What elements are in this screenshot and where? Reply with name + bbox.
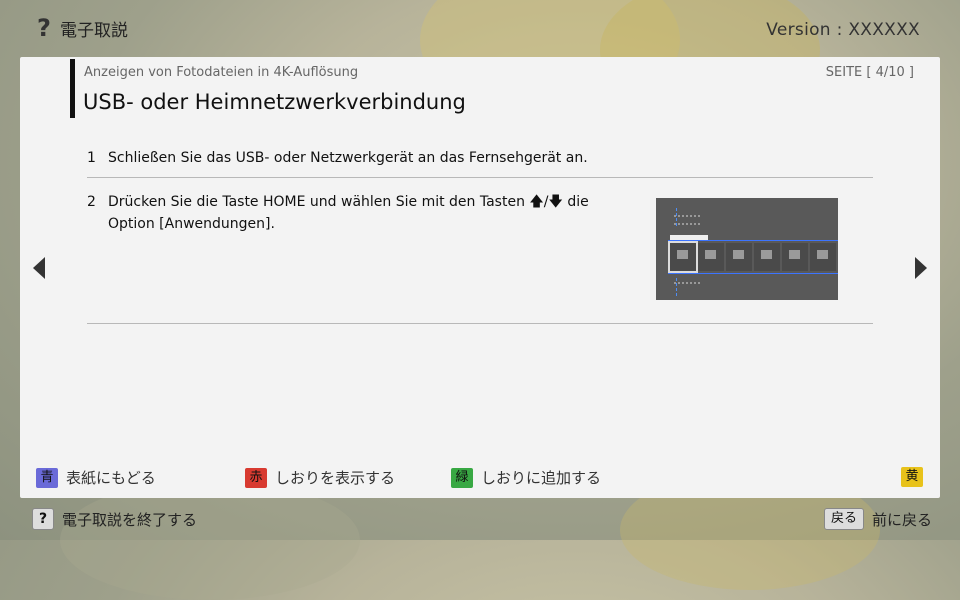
step-text: Schließen Sie das USB- oder Netzwerkgerä… xyxy=(108,150,588,166)
manual-title: 電子取説 xyxy=(60,20,128,41)
dotted-line xyxy=(674,215,700,219)
step-text-part: Option [Anwendungen]. xyxy=(108,216,275,232)
divider xyxy=(87,177,873,178)
back-label: 前に戻る xyxy=(871,510,932,529)
step-text-part: die xyxy=(567,194,589,210)
back-key-button[interactable]: 戻る xyxy=(823,508,864,530)
help-key-button[interactable]: ? xyxy=(32,508,54,530)
question-mark-icon: ? xyxy=(37,14,51,42)
green-key: 緑 xyxy=(451,467,473,488)
title-accent-bar xyxy=(70,59,75,118)
legend-blue[interactable]: 青 表紙にもどる xyxy=(36,467,156,488)
app-tile xyxy=(754,243,780,271)
page-indicator: SEITE [ 4/10 ] xyxy=(825,65,914,80)
section-subtitle: Anzeigen von Fotodateien in 4K-Auflösung xyxy=(84,65,359,80)
next-page-arrow-icon[interactable] xyxy=(915,257,927,279)
exit-manual[interactable]: ? 電子取説を終了する xyxy=(32,508,197,530)
content-panel: Anzeigen von Fotodateien in 4K-Auflösung… xyxy=(20,57,940,498)
previous-page-arrow-icon[interactable] xyxy=(33,257,45,279)
app-tile xyxy=(782,243,808,271)
legend-red[interactable]: 赤 しおりを表示する xyxy=(245,467,395,488)
page-title: USB- oder Heimnetzwerkverbindung xyxy=(83,90,466,114)
down-indicator-icon xyxy=(676,278,680,296)
step-text-part: Drücken Sie die Taste HOME und wählen Si… xyxy=(108,194,525,210)
app-tile-selected xyxy=(668,241,698,273)
app-tile xyxy=(698,243,724,271)
yellow-key: 黄 xyxy=(901,467,923,487)
app-tile xyxy=(726,243,752,271)
home-menu-illustration xyxy=(656,198,838,300)
dotted-line xyxy=(674,223,700,227)
app-tile xyxy=(810,243,836,271)
legend-label: 表紙にもどる xyxy=(66,469,156,487)
blue-key: 青 xyxy=(36,467,58,488)
manual-header: ? 電子取説 xyxy=(36,14,128,42)
background-foliage xyxy=(60,480,360,600)
legend-label: しおりに追加する xyxy=(481,469,602,487)
step-text: Drücken Sie die Taste HOME und wählen Si… xyxy=(108,191,589,235)
version-label: Version : XXXXXX xyxy=(766,20,920,40)
exit-label: 電子取説を終了する xyxy=(62,510,198,529)
step-number: 2 xyxy=(87,194,96,210)
divider xyxy=(87,323,873,324)
red-key: 赤 xyxy=(245,467,267,488)
step-number: 1 xyxy=(87,150,96,166)
legend-green[interactable]: 緑 しおりに追加する xyxy=(451,467,601,488)
step-2: 2 Drücken Sie die Taste HOME und wählen … xyxy=(87,191,647,239)
legend-label: しおりを表示する xyxy=(275,469,396,487)
app-row xyxy=(668,240,838,274)
legend-yellow[interactable]: 黄 xyxy=(901,467,923,487)
up-arrow-icon: 🡅 xyxy=(529,194,544,210)
down-arrow-icon: 🡇 xyxy=(548,194,563,210)
go-back[interactable]: 戻る 前に戻る xyxy=(823,508,932,530)
step-1: 1 Schließen Sie das USB- oder Netzwerkge… xyxy=(87,147,877,171)
